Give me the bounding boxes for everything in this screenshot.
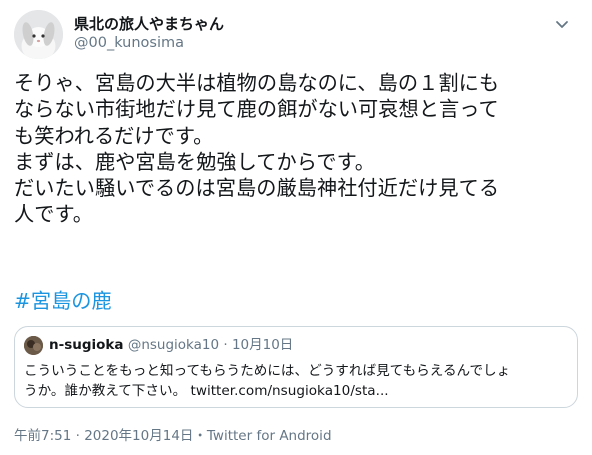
tweet-body: そりゃ、宮島の大半は植物の島なのに、島の１割にも ならない市街地だけ見て鹿の餌が… [14,70,582,228]
quoted-author-handle: @nsugioka10 [127,337,220,353]
quoted-author-avatar[interactable] [24,336,43,355]
quoted-tweet[interactable]: n-sugioka @nsugioka10 · 10月10日 こういうことをもっ… [14,326,578,408]
quoted-text-segment: うか。誰か教えて下さい。 [24,383,191,399]
rabbit-avatar-image [14,10,63,59]
quoted-text-line: こういうことをもっと知ってもらうためには、どうすれば見てもらえるんでしょ [24,363,511,379]
meta-separator: ・ [193,428,207,444]
quoted-tweet-url[interactable]: twitter.com/nsugioka10/sta... [191,383,389,399]
tweet-header: 県北の旅人やまちゃん @00_kunosima [14,10,578,60]
author-avatar[interactable] [14,10,63,59]
tweet-date[interactable]: 2020年10月14日 [84,428,193,444]
author-display-name[interactable]: 県北の旅人やまちゃん [74,13,224,34]
quoted-tweet-date: 10月10日 [231,337,294,353]
tweet-text-line: そりゃ、宮島の大半は植物の島なのに、島の１割にも [14,71,500,95]
meta-separator: · [71,428,85,444]
quoted-author-name: n-sugioka [49,337,124,353]
meta-separator: · [219,337,232,353]
tweet-text-line: も笑われるだけです。 [14,123,214,148]
tweet-text-line: 人です。 [14,202,93,227]
quoted-tweet-text: こういうことをもっと知ってもらうためには、どうすれば見てもらえるんでしょ うか。… [24,361,570,401]
tweet-text-line: ならない市街地だけ見て鹿の餌がない可哀想と言って [14,97,499,122]
hashtag-link[interactable]: #宮島の鹿 [14,285,112,314]
tweet-time[interactable]: 午前7:51 [14,428,71,444]
tweet-source[interactable]: Twitter for Android [207,428,332,444]
quoted-tweet-header: n-sugioka @nsugioka10 · 10月10日 [49,336,293,355]
tweet-footer: 午前7:51 · 2020年10月14日・Twitter for Android [14,424,332,444]
author-handle[interactable]: @00_kunosima [74,35,184,51]
chevron-down-icon[interactable] [550,12,574,36]
tweet-text-line: だいたい騒いでるのは宮島の厳島神社付近だけ見てる [14,176,500,201]
quoted-text-line: うか。誰か教えて下さい。 twitter.com/nsugioka10/sta.… [24,381,570,401]
tweet-text-line: まずは、鹿や宮島を勉強してからです。 [14,149,376,174]
